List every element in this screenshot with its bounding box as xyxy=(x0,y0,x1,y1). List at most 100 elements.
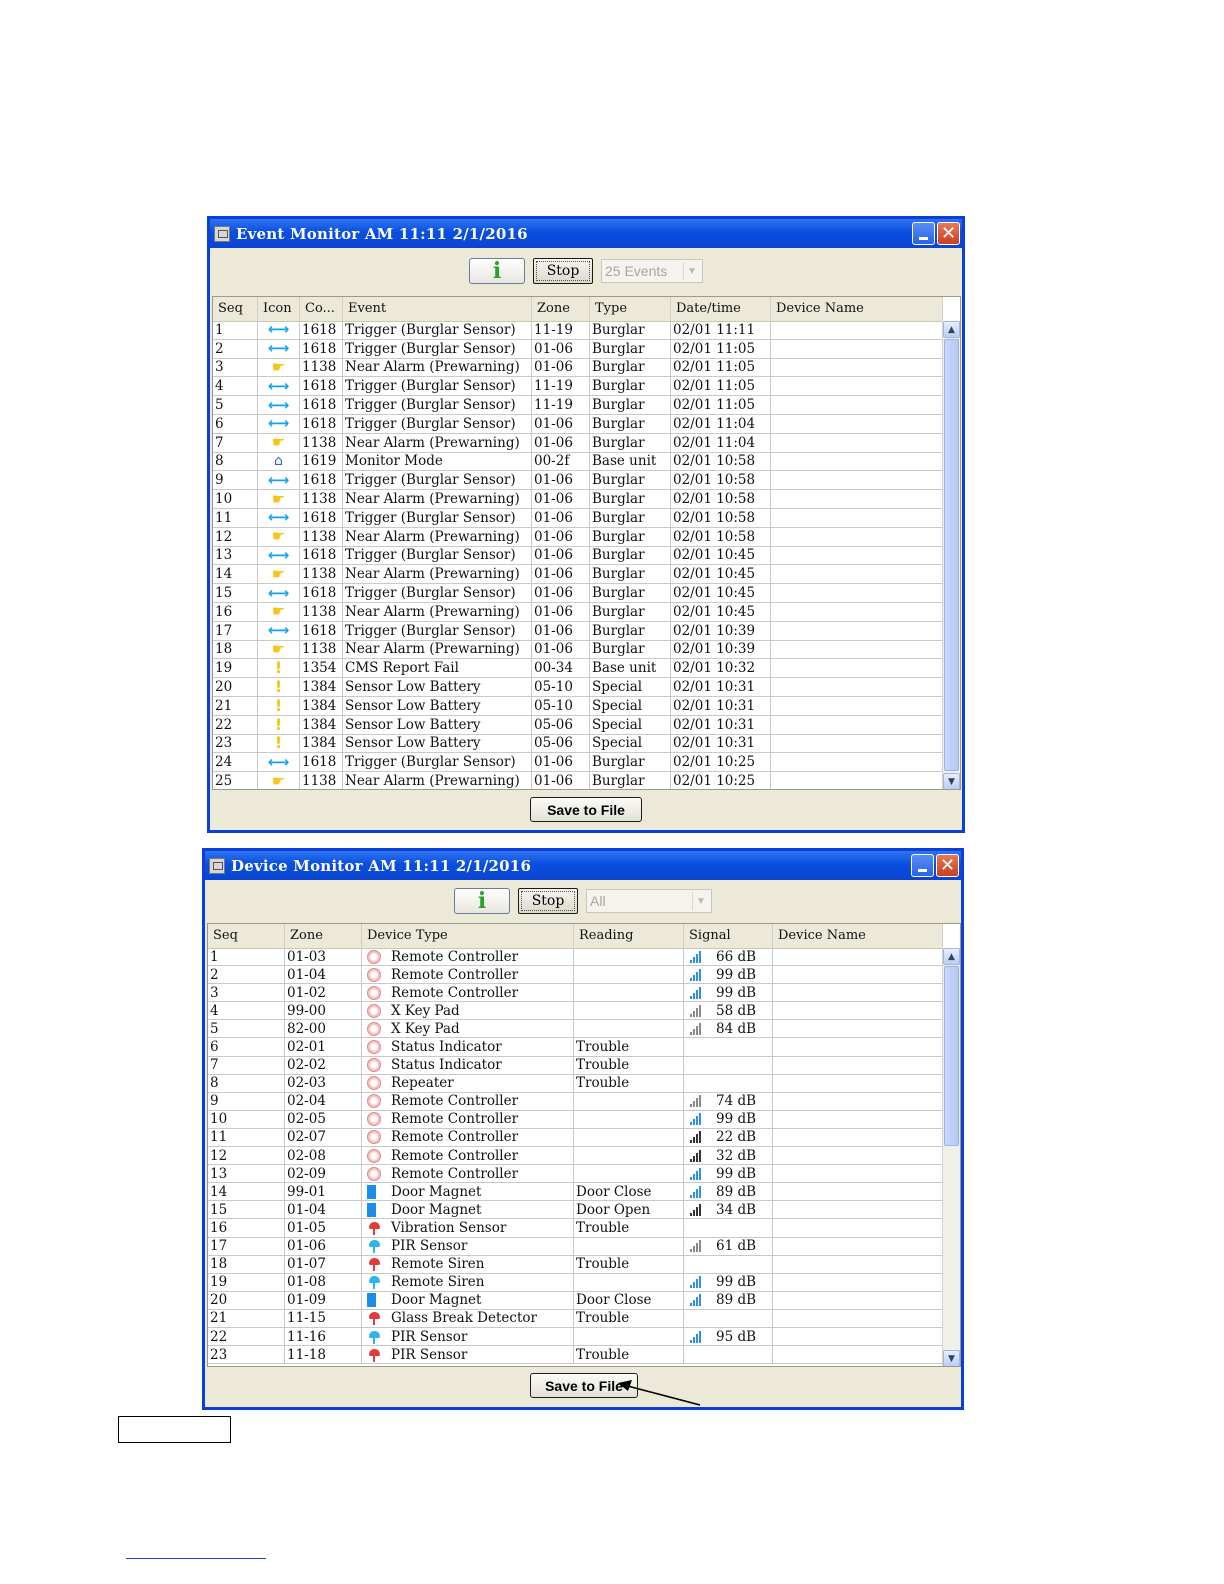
table-row[interactable]: 2 ⟷ 1618 Trigger (Burglar Sensor) 01-06 Burgl… xyxy=(213,339,943,359)
table-row[interactable]: 1 01-03 Remote Controller 66 dB xyxy=(208,948,943,967)
scroll-down-icon[interactable]: ▼ xyxy=(943,773,960,789)
table-row[interactable]: 13 02-09 Remote Controller 99 dB xyxy=(208,1165,943,1184)
column-header[interactable]: Type xyxy=(590,297,671,321)
table-row[interactable]: 16 01-05 Vibration Sensor Trouble xyxy=(208,1219,943,1238)
info-button[interactable]: i xyxy=(454,888,510,914)
table-row[interactable]: 11 02-07 Remote Controller 22 dB xyxy=(208,1128,943,1148)
table-row[interactable]: 2 01-04 Remote Controller 99 dB xyxy=(208,966,943,985)
table-row[interactable]: 12 ☛ 1138 Near Alarm (Prewarning) 01-06 Burgl… xyxy=(213,527,943,547)
table-row[interactable]: 9 ⟷ 1618 Trigger (Burglar Sensor) 01-06 Burgl… xyxy=(213,471,943,491)
minimize-button[interactable] xyxy=(912,222,935,245)
table-row[interactable]: 13 ⟷ 1618 Trigger (Burglar Sensor) 01-06 Burg… xyxy=(213,546,943,566)
column-header[interactable]: Seq xyxy=(213,297,258,321)
device-monitor-titlebar[interactable]: Device Monitor AM 11:11 2/1/2016 ✕ xyxy=(205,851,961,880)
cell-reading: Trouble xyxy=(574,1038,684,1056)
table-row[interactable]: 4 99-00 X Key Pad 58 dB xyxy=(208,1002,943,1021)
cell-device xyxy=(773,1273,943,1291)
column-header[interactable]: Device Type xyxy=(362,924,574,948)
cell-device xyxy=(771,396,943,414)
save-to-file-button[interactable]: Save to File xyxy=(530,797,642,822)
cell-device xyxy=(773,1165,943,1183)
table-row[interactable]: 5 82-00 X Key Pad 84 dB xyxy=(208,1020,943,1039)
table-row[interactable]: 15 01-04 Door Magnet Door Open 34 dB xyxy=(208,1201,943,1220)
cell-event: Near Alarm (Prewarning) xyxy=(343,527,532,546)
device-type-label: Door Magnet xyxy=(391,1292,482,1309)
cell-icon: ! xyxy=(258,715,300,734)
column-header[interactable]: Date/time xyxy=(671,297,771,321)
column-header[interactable]: Device Name xyxy=(773,924,943,948)
column-header[interactable]: Co... xyxy=(300,297,343,321)
device-scrollbar[interactable]: ▲ ▼ xyxy=(942,948,960,1366)
close-button[interactable]: ✕ xyxy=(937,222,960,245)
cell-reading: Trouble xyxy=(574,1346,684,1364)
table-row[interactable]: 22 11-16 PIR Sensor 95 dB xyxy=(208,1327,943,1347)
device-filter-select[interactable]: All ▼ xyxy=(586,889,712,913)
table-row[interactable]: 17 ⟷ 1618 Trigger (Burglar Sensor) 01-06 Burg… xyxy=(213,621,943,641)
prewarning-hand-icon: ☛ xyxy=(271,358,286,376)
stop-button[interactable]: Stop xyxy=(518,888,578,914)
table-row[interactable]: 1 ⟷ 1618 Trigger (Burglar Sensor) 11-19 Burgl… xyxy=(213,321,943,340)
table-row[interactable]: 11 ⟷ 1618 Trigger (Burglar Sensor) 01-06 Burg… xyxy=(213,508,943,528)
scroll-up-icon[interactable]: ▲ xyxy=(943,321,960,338)
table-row[interactable]: 21 11-15 Glass Break Detector Trouble xyxy=(208,1309,943,1328)
info-button[interactable]: i xyxy=(469,258,525,284)
table-row[interactable]: 6 02-01 Status Indicator Trouble xyxy=(208,1038,943,1057)
column-header[interactable]: Icon xyxy=(258,297,300,321)
chevron-down-icon[interactable]: ▼ xyxy=(683,262,700,280)
chevron-down-icon[interactable]: ▼ xyxy=(692,892,709,910)
table-row[interactable]: 15 ⟷ 1618 Trigger (Burglar Sensor) 01-06 Burg… xyxy=(213,584,943,603)
table-row[interactable]: 20 01-09 Door Magnet Door Close 89 dB xyxy=(208,1291,943,1310)
table-row[interactable]: 3 01-02 Remote Controller 99 dB xyxy=(208,984,943,1003)
scroll-up-icon[interactable]: ▲ xyxy=(943,948,960,965)
table-row[interactable]: 23! 1384 Sensor Low Battery 05-06 Special 02/… xyxy=(213,734,943,754)
table-row[interactable]: 22! 1384 Sensor Low Battery 05-06 Special 02/… xyxy=(213,715,943,735)
table-row[interactable]: 7 02-02 Status Indicator Trouble xyxy=(208,1056,943,1075)
table-row[interactable]: 3 ☛ 1138 Near Alarm (Prewarning) 01-06 Burgla… xyxy=(213,358,943,378)
table-row[interactable]: 17 01-06 PIR Sensor 61 dB xyxy=(208,1237,943,1256)
column-header[interactable]: Zone xyxy=(532,297,590,321)
signal-strength-icon xyxy=(690,1149,704,1162)
table-row[interactable]: 7 ☛ 1138 Near Alarm (Prewarning) 01-06 Burgla… xyxy=(213,433,943,453)
cell-device xyxy=(771,584,943,602)
table-row[interactable]: 10 ☛ 1138 Near Alarm (Prewarning) 01-06 Burgl… xyxy=(213,490,943,509)
cell-type: Burglar xyxy=(590,358,671,377)
table-row[interactable]: 14 99-01 Door Magnet Door Close 89 dB xyxy=(208,1183,943,1202)
column-header[interactable]: Zone xyxy=(285,924,362,948)
scrollbar-thumb[interactable] xyxy=(944,966,959,1146)
table-row[interactable]: 21! 1384 Sensor Low Battery 05-10 Special 02/… xyxy=(213,696,943,716)
close-button[interactable]: ✕ xyxy=(936,854,959,877)
scroll-down-icon[interactable]: ▼ xyxy=(943,1350,960,1366)
column-header[interactable]: Device Name xyxy=(771,297,943,321)
table-row[interactable]: 24 ⟷ 1618 Trigger (Burglar Sensor) 01-06 Burg… xyxy=(213,753,943,773)
table-row[interactable]: 6 ⟷ 1618 Trigger (Burglar Sensor) 01-06 Burgl… xyxy=(213,414,943,434)
minimize-button[interactable] xyxy=(911,854,934,877)
table-row[interactable]: 12 02-08 Remote Controller 32 dB xyxy=(208,1147,943,1166)
table-row[interactable]: 25 ☛ 1138 Near Alarm (Prewarning) 01-06 Burgl… xyxy=(213,772,943,789)
table-row[interactable]: 18 ☛ 1138 Near Alarm (Prewarning) 01-06 Burgl… xyxy=(213,640,943,660)
table-row[interactable]: 18 01-07 Remote Siren Trouble xyxy=(208,1255,943,1274)
table-row[interactable]: 16 ☛ 1138 Near Alarm (Prewarning) 01-06 Burgl… xyxy=(213,602,943,622)
table-row[interactable]: 23 11-18 PIR Sensor Trouble xyxy=(208,1346,943,1365)
cell-seq: 2 xyxy=(208,966,285,984)
table-row[interactable]: 8 02-03 Repeater Trouble xyxy=(208,1074,943,1093)
table-row[interactable]: 20! 1384 Sensor Low Battery 05-10 Special 02/… xyxy=(213,678,943,697)
column-header[interactable]: Reading xyxy=(574,924,684,948)
scrollbar-thumb[interactable] xyxy=(944,339,959,771)
stop-button[interactable]: Stop xyxy=(533,258,593,284)
table-row[interactable]: 8 ⌂ 1619 Monitor Mode 00-2f Base unit 02/01 10… xyxy=(213,452,943,472)
cell-datetime: 02/01 11:05 xyxy=(671,396,771,414)
column-header[interactable]: Signal xyxy=(684,924,773,948)
cell-event: Trigger (Burglar Sensor) xyxy=(343,339,532,358)
table-row[interactable]: 4 ⟷ 1618 Trigger (Burglar Sensor) 11-19 Burgl… xyxy=(213,377,943,397)
table-row[interactable]: 14 ☛ 1138 Near Alarm (Prewarning) 01-06 Burgl… xyxy=(213,565,943,585)
table-row[interactable]: 5 ⟷ 1618 Trigger (Burglar Sensor) 11-19 Burgl… xyxy=(213,396,943,415)
column-header[interactable]: Seq xyxy=(208,924,285,948)
table-row[interactable]: 19 01-08 Remote Siren 99 dB xyxy=(208,1273,943,1292)
table-row[interactable]: 19! 1354 CMS Report Fail 00-34 Base unit 02/0… xyxy=(213,659,943,679)
events-count-select[interactable]: 25 Events ▼ xyxy=(601,259,703,283)
event-monitor-titlebar[interactable]: Event Monitor AM 11:11 2/1/2016 ✕ xyxy=(210,219,962,248)
event-scrollbar[interactable]: ▲ ▼ xyxy=(942,321,960,789)
column-header[interactable]: Event xyxy=(343,297,532,321)
table-row[interactable]: 10 02-05 Remote Controller 99 dB xyxy=(208,1110,943,1129)
table-row[interactable]: 9 02-04 Remote Controller 74 dB xyxy=(208,1092,943,1111)
